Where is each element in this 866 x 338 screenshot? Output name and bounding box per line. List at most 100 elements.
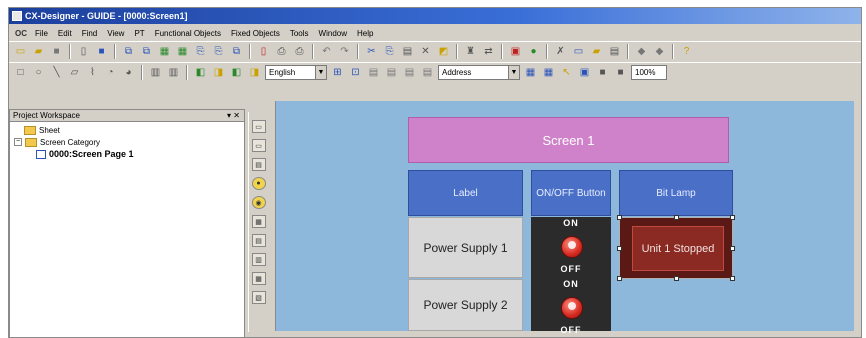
- text-size-icon[interactable]: ▤: [402, 65, 417, 80]
- folder-icon[interactable]: ▰: [589, 44, 604, 59]
- menu-edit[interactable]: Edit: [56, 29, 74, 38]
- group-icon[interactable]: ◧: [193, 65, 208, 80]
- tools-icon[interactable]: ✗: [553, 44, 568, 59]
- copy-screen-icon[interactable]: ⧉: [139, 44, 154, 59]
- screen-title-label[interactable]: Screen 1: [408, 117, 729, 163]
- paste-icon[interactable]: ⎘: [193, 44, 208, 59]
- align-icon[interactable]: ▥: [148, 65, 163, 80]
- object-tool-icon[interactable]: ◩: [436, 44, 451, 59]
- rectangle-icon[interactable]: □: [13, 65, 28, 80]
- duplicate-icon[interactable]: ⎘: [211, 44, 226, 59]
- alarm-object-icon[interactable]: ▧: [251, 291, 266, 304]
- numeral-display-icon[interactable]: ▦: [251, 215, 266, 228]
- language-select[interactable]: English ▼: [265, 65, 327, 80]
- menu-view[interactable]: View: [105, 29, 126, 38]
- pointer-icon[interactable]: ↖: [559, 65, 574, 80]
- menu-tools[interactable]: Tools: [288, 29, 311, 38]
- open-icon[interactable]: ▰: [31, 44, 46, 59]
- word-lamp-object-icon[interactable]: ◉: [251, 196, 266, 209]
- onoff-switch-2[interactable]: ON OFF: [531, 278, 611, 335]
- menu-window[interactable]: Window: [317, 29, 349, 38]
- address-select[interactable]: Address ▼: [438, 65, 520, 80]
- button-object-icon[interactable]: ▭: [251, 120, 266, 133]
- arc-icon[interactable]: ◔: [103, 65, 118, 80]
- resize-handle[interactable]: [617, 215, 622, 220]
- window-icon[interactable]: ▭: [571, 44, 586, 59]
- save-icon[interactable]: ■: [94, 44, 109, 59]
- zoom-select[interactable]: 100%: [631, 65, 667, 80]
- paste-special-icon[interactable]: ▤: [400, 44, 415, 59]
- redo-icon[interactable]: ↷: [337, 44, 352, 59]
- sector-icon[interactable]: ◕: [121, 65, 136, 80]
- text-format-icon[interactable]: ▤: [420, 65, 435, 80]
- address-table-icon[interactable]: ▦: [541, 65, 556, 80]
- list-icon[interactable]: ▤: [607, 44, 622, 59]
- tree-item-sheet[interactable]: Sheet: [14, 124, 244, 136]
- new-project-icon[interactable]: ▭: [13, 44, 28, 59]
- text-align-icon[interactable]: ▤: [366, 65, 381, 80]
- copy-icon[interactable]: ⎘: [382, 44, 397, 59]
- resize-handle[interactable]: [674, 215, 679, 220]
- bit-lamp-object-icon[interactable]: ●: [251, 177, 266, 190]
- display-icon[interactable]: ▣: [577, 65, 592, 80]
- menu-find[interactable]: Find: [80, 29, 100, 38]
- document-icon[interactable]: ▯: [256, 44, 271, 59]
- power-supply-2-label[interactable]: Power Supply 2: [408, 279, 523, 331]
- onoff-button-header[interactable]: ON/OFF Button: [531, 170, 611, 216]
- new-screen-icon[interactable]: ▯: [76, 44, 91, 59]
- power-supply-1-label[interactable]: Power Supply 1: [408, 217, 523, 278]
- run-icon[interactable]: ●: [526, 44, 541, 59]
- circle-icon[interactable]: ○: [31, 65, 46, 80]
- fill-dark-icon[interactable]: ■: [613, 65, 628, 80]
- cut-icon[interactable]: ✂: [364, 44, 379, 59]
- back-icon[interactable]: ◨: [247, 65, 262, 80]
- polyline-icon[interactable]: ⌇: [85, 65, 100, 80]
- find-icon[interactable]: ♜: [463, 44, 478, 59]
- transfer-icon[interactable]: ◆: [634, 44, 649, 59]
- compare-icon[interactable]: ◆: [652, 44, 667, 59]
- front-icon[interactable]: ◧: [229, 65, 244, 80]
- print-preview-icon[interactable]: ⎙: [274, 44, 289, 59]
- resize-handle[interactable]: [730, 276, 735, 281]
- resize-handle[interactable]: [730, 215, 735, 220]
- link-icon[interactable]: ⧉: [229, 44, 244, 59]
- text-spacing-icon[interactable]: ▤: [384, 65, 399, 80]
- resize-handle[interactable]: [730, 246, 735, 251]
- chevron-down-icon[interactable]: ▼: [508, 66, 519, 79]
- onoff-switch-1[interactable]: ON OFF: [531, 217, 611, 279]
- resize-handle[interactable]: [617, 246, 622, 251]
- screen-list-icon[interactable]: ⧉: [121, 44, 136, 59]
- string-display-icon[interactable]: ▤: [251, 234, 266, 247]
- bit-lamp-header[interactable]: Bit Lamp: [619, 170, 733, 216]
- label-header[interactable]: Label: [408, 170, 523, 216]
- tree-item-screen-category[interactable]: − Screen Category: [14, 136, 244, 148]
- text-property-icon[interactable]: ⊞: [330, 65, 345, 80]
- line-icon[interactable]: ╲: [49, 65, 64, 80]
- undo-icon[interactable]: ↶: [319, 44, 334, 59]
- graph-object-icon[interactable]: ▦: [251, 272, 266, 285]
- ungroup-icon[interactable]: ◨: [211, 65, 226, 80]
- print-icon[interactable]: ⎙: [292, 44, 307, 59]
- replace-icon[interactable]: ⇄: [481, 44, 496, 59]
- fill-black-icon[interactable]: ■: [595, 65, 610, 80]
- display-object-icon[interactable]: ▤: [251, 158, 266, 171]
- panel-controls[interactable]: ▾ ✕: [227, 110, 240, 122]
- tree-item-screen-page[interactable]: 0000:Screen Page 1: [14, 148, 244, 160]
- test-icon[interactable]: ▣: [508, 44, 523, 59]
- chevron-down-icon[interactable]: ▼: [315, 66, 326, 79]
- grid-icon[interactable]: ▦: [157, 44, 172, 59]
- save-all-icon[interactable]: ■: [49, 44, 64, 59]
- bit-lamp-unit-1[interactable]: Unit 1 Stopped: [617, 215, 735, 281]
- delete-icon[interactable]: ✕: [418, 44, 433, 59]
- resize-handle[interactable]: [617, 276, 622, 281]
- menu-fixed-objects[interactable]: Fixed Objects: [229, 29, 282, 38]
- grid-settings-icon[interactable]: ▦: [175, 44, 190, 59]
- collapse-icon[interactable]: −: [14, 138, 22, 146]
- list-selector-icon[interactable]: ▥: [251, 253, 266, 266]
- lamp-object-icon[interactable]: ▭: [251, 139, 266, 152]
- menu-help[interactable]: Help: [355, 29, 375, 38]
- distribute-icon[interactable]: ▥: [166, 65, 181, 80]
- polygon-icon[interactable]: ▱: [67, 65, 82, 80]
- help-icon[interactable]: ?: [679, 44, 694, 59]
- resize-handle[interactable]: [674, 276, 679, 281]
